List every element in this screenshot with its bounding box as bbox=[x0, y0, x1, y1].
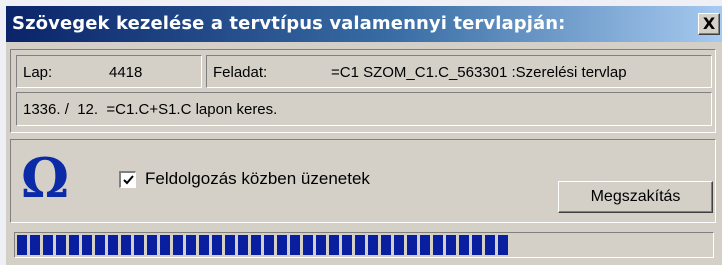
lap-value: 4418 bbox=[109, 64, 143, 81]
messages-checkbox[interactable] bbox=[119, 171, 136, 188]
feladat-value: =C1 SZOM_C1.C_563301 :Szerelési tervlap bbox=[331, 64, 627, 81]
title-bar[interactable]: Szövegek kezelése a tervtípus valamennyi… bbox=[6, 6, 722, 42]
close-button[interactable]: X bbox=[698, 13, 720, 35]
messages-checkbox-label[interactable]: Feldolgozás közben üzenetek bbox=[145, 169, 370, 189]
lap-field: Lap: 4418 bbox=[16, 55, 202, 88]
close-icon: X bbox=[702, 14, 716, 33]
control-panel: Ω Feldolgozás közben üzenetek Megszakítá… bbox=[10, 139, 716, 223]
progress-fill bbox=[17, 235, 510, 255]
dialog-window: Szövegek kezelése a tervtípus valamennyi… bbox=[6, 6, 722, 265]
lap-label: Lap: bbox=[23, 64, 53, 81]
cancel-button[interactable]: Megszakítás bbox=[558, 181, 713, 213]
checkmark-icon bbox=[123, 175, 134, 185]
status-text: 1336. / 12. =C1.C+S1.C lapon keres. bbox=[23, 101, 278, 118]
feladat-label: Feladat: bbox=[213, 64, 268, 81]
omega-icon: Ω bbox=[21, 146, 70, 210]
progress-bar bbox=[14, 232, 714, 258]
status-field: 1336. / 12. =C1.C+S1.C lapon keres. bbox=[16, 92, 712, 126]
window-title: Szövegek kezelése a tervtípus valamennyi… bbox=[12, 13, 566, 34]
feladat-field: Feladat: =C1 SZOM_C1.C_563301 :Szerelési… bbox=[206, 55, 712, 88]
info-panel: Lap: 4418 Feladat: =C1 SZOM_C1.C_563301 … bbox=[10, 49, 716, 133]
